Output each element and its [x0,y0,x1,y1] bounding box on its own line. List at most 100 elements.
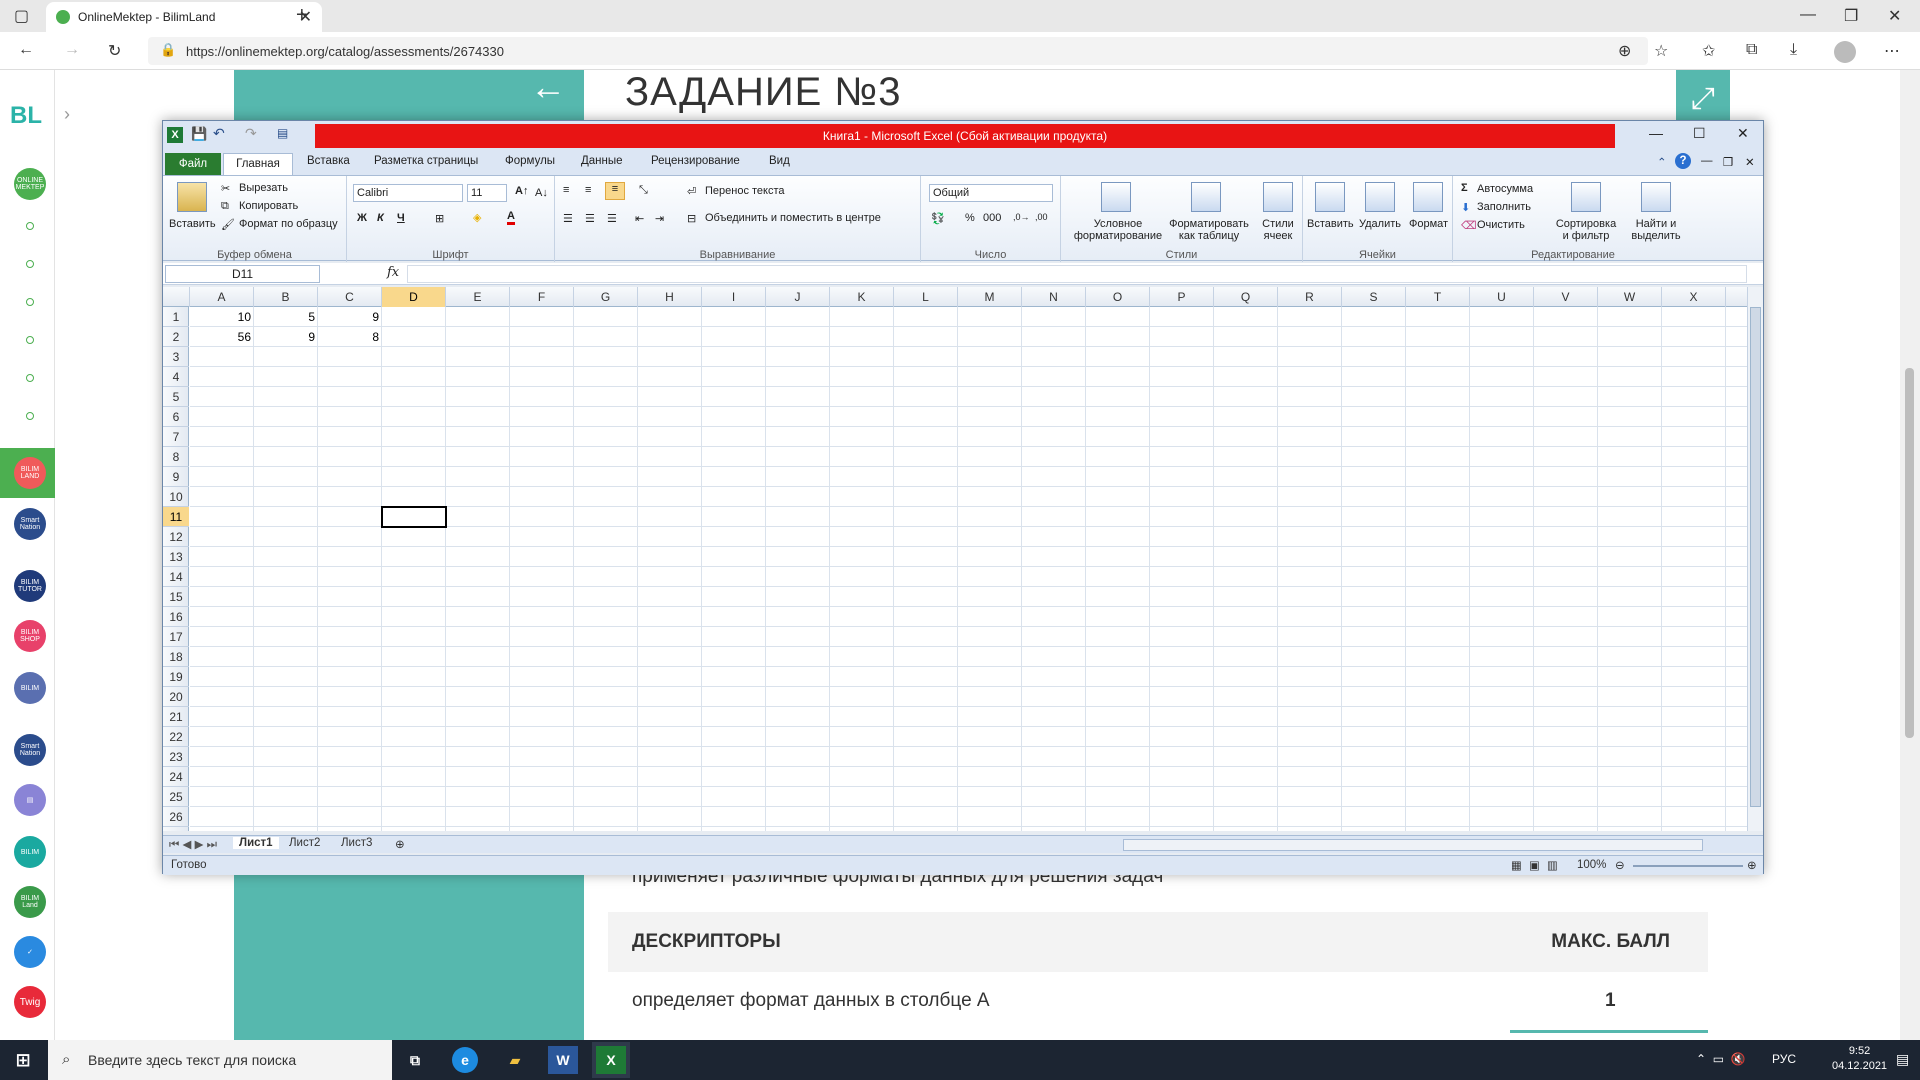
paste-button[interactable]: Вставить [169,218,216,230]
shrink-font-icon[interactable]: A↓ [535,187,548,199]
taskbar-clock[interactable]: 9:52 04.12.2021 [1832,1044,1887,1074]
conditional-format-button[interactable]: Условное форматирование [1067,218,1169,242]
bl-logo[interactable]: BL [10,102,42,130]
decrease-decimal-icon[interactable]: ,00 [1035,212,1048,222]
column-header[interactable]: U [1470,287,1534,307]
nav-app-board[interactable]: ▤ [14,784,46,816]
row-header[interactable]: 6 [163,407,189,427]
format-painter-icon[interactable]: 🖌 [221,218,235,231]
column-header[interactable]: W [1598,287,1662,307]
nav-app-tasks[interactable]: ✓ [14,936,46,968]
formula-input[interactable] [407,265,1747,283]
collections-icon[interactable]: ⧉ [1746,41,1757,59]
quick-access-form-icon[interactable]: ▤ [277,126,288,140]
row-header[interactable]: 11 [163,507,189,527]
horizontal-scrollbar[interactable] [1123,839,1703,851]
clear-icon[interactable]: ⌫ [1461,219,1477,232]
column-header[interactable]: J [766,287,830,307]
redo-icon[interactable]: ↷ [245,125,257,142]
borders-icon[interactable]: ⊞ [435,212,444,225]
cell-a1[interactable]: 10 [190,307,254,327]
cell-a2[interactable]: 56 [190,327,254,347]
row-header[interactable]: 23 [163,747,189,767]
thousands-icon[interactable]: 000 [983,212,1001,224]
row-header[interactable]: 21 [163,707,189,727]
new-sheet-icon[interactable]: ⊕ [395,837,405,851]
tab-formulas[interactable]: Формулы [505,155,555,167]
page-scrollbar[interactable] [1900,70,1920,1040]
fill-color-icon[interactable]: ◈ [473,211,481,224]
column-header[interactable]: E [446,287,510,307]
nav-dot[interactable] [26,222,34,230]
zoom-in-icon[interactable]: ⊕ [1747,858,1757,872]
view-page-layout-icon[interactable]: ▣ [1529,858,1540,872]
close-window-icon[interactable]: ✕ [1888,6,1901,26]
zoom-out-icon[interactable]: ⊖ [1615,858,1625,872]
column-header[interactable]: S [1342,287,1406,307]
column-header[interactable]: I [702,287,766,307]
format-cells-button[interactable]: Формат [1409,218,1448,230]
clear-button[interactable]: Очистить [1477,219,1525,231]
align-right-icon[interactable]: ☰ [607,212,617,225]
url-field[interactable]: 🔒 https://onlinemektep.org/catalog/asses… [148,37,1648,65]
align-middle-icon[interactable]: ≡ [585,184,591,196]
nav-dot[interactable] [26,412,34,420]
active-cell-cursor[interactable] [381,506,447,528]
tab-insert[interactable]: Вставка [307,155,350,167]
underline-button[interactable]: Ч [397,212,405,224]
number-format-select[interactable]: Общий [929,184,1053,202]
row-header[interactable]: 10 [163,487,189,507]
vertical-scrollbar[interactable] [1747,287,1763,831]
windows-start-icon[interactable]: ⊞ [8,1046,38,1074]
format-cells-icon[interactable] [1413,182,1443,212]
column-header[interactable]: T [1406,287,1470,307]
column-header[interactable]: B [254,287,318,307]
book-close-icon[interactable]: ✕ [1745,155,1755,169]
find-select-button[interactable]: Найти и выделить [1623,218,1689,242]
select-all-corner[interactable] [163,287,190,307]
profile-avatar[interactable] [1834,41,1856,63]
sort-filter-button[interactable]: Сортировка и фильтр [1553,218,1619,242]
row-header[interactable]: 25 [163,787,189,807]
column-header[interactable]: V [1534,287,1598,307]
cell-styles-button[interactable]: Стили ячеек [1255,218,1301,242]
nav-app-bilimland[interactable]: BILIM LAND [14,457,46,489]
delete-cells-icon[interactable] [1365,182,1395,212]
wrap-text-icon[interactable]: ⏎ [687,185,696,198]
row-header[interactable]: 2 [163,327,189,347]
cell-area[interactable]: 10 5 9 56 9 8 [190,307,1747,831]
favorite-star-icon[interactable]: ☆ [1654,41,1668,61]
tab-data[interactable]: Данные [581,155,623,167]
minimize-icon[interactable]: — [1800,6,1816,24]
row-header[interactable]: 14 [163,567,189,587]
column-header[interactable]: L [894,287,958,307]
fill-icon[interactable]: ⬇ [1461,201,1470,214]
align-center-icon[interactable]: ☰ [585,212,595,225]
insert-function-icon[interactable]: fx [387,265,399,280]
paste-icon[interactable] [177,182,207,212]
merge-center-button[interactable]: Объединить и поместить в центре [705,212,881,224]
row-header[interactable]: 15 [163,587,189,607]
row-header[interactable]: 24 [163,767,189,787]
cut-icon[interactable]: ✂ [221,182,230,195]
font-name-select[interactable]: Calibri [353,184,463,202]
cell-c2[interactable]: 8 [318,327,382,347]
nav-app-smart-nation[interactable]: Smart Nation [14,508,46,540]
excel-close-icon[interactable]: ✕ [1737,125,1749,142]
row-header[interactable]: 16 [163,607,189,627]
tab-file[interactable]: Файл [165,153,221,175]
tab-actions-icon[interactable]: ▢ [14,6,29,26]
save-icon[interactable]: 💾 [191,126,207,142]
help-icon[interactable]: ? [1675,153,1691,169]
system-tray-icons[interactable]: ⌃ ▭ 🔇 [1696,1052,1746,1066]
align-bottom-icon[interactable]: ≡ [605,182,625,200]
font-color-icon[interactable]: A [507,210,515,225]
orientation-icon[interactable]: ⤡ [639,184,648,197]
menu-icon[interactable]: ⋯ [1884,41,1900,61]
row-header[interactable]: 1 [163,307,189,327]
row-header[interactable]: 20 [163,687,189,707]
restore-icon[interactable]: ❐ [1844,6,1858,26]
reload-icon[interactable]: ↻ [108,41,121,61]
increase-decimal-icon[interactable]: ,0→ [1013,212,1030,222]
page-scrollbar-thumb[interactable] [1905,368,1914,738]
